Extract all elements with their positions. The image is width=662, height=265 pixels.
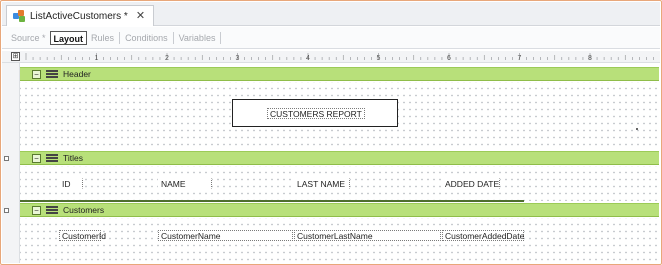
ruler-number: 7 <box>518 55 522 62</box>
document-tab-bar: ListActiveCustomers * ✕ <box>2 2 660 26</box>
document-tab[interactable]: ListActiveCustomers * ✕ <box>6 5 155 26</box>
field-customer-name[interactable]: CustomerName <box>158 230 293 241</box>
ruler-toggle-button[interactable]: ⊞ <box>11 52 20 61</box>
field-customer-last-name[interactable]: CustomerLastName <box>294 230 441 241</box>
ruler-number: 4 <box>306 55 310 62</box>
document-tab-title: ListActiveCustomers * <box>30 10 128 22</box>
band-header-label: Header <box>63 69 91 79</box>
band-marker <box>4 208 9 213</box>
field-customer-added-date[interactable]: CustomerAddedDate <box>442 230 524 241</box>
ruler-number: 5 <box>377 55 381 62</box>
vertical-ruler <box>2 63 20 263</box>
band-customers-label: Customers <box>63 205 105 215</box>
tab-separator <box>220 31 222 44</box>
horizontal-ruler: 123456789 <box>25 53 654 62</box>
ruler-number: 6 <box>447 55 451 62</box>
tab-conditions[interactable]: Conditions <box>121 31 172 45</box>
tab-separator <box>119 31 121 44</box>
ruler-row: ⊞ 123456789 <box>2 51 660 63</box>
tab-rules[interactable]: Rules <box>87 31 118 45</box>
ruler-number: 2 <box>165 55 169 62</box>
report-editor-window: ListActiveCustomers * ✕ Source * Layout … <box>0 0 662 265</box>
tab-variables[interactable]: Variables <box>175 31 220 45</box>
titles-separator-line[interactable] <box>20 200 524 202</box>
collapse-customers-button[interactable]: − <box>32 205 41 215</box>
editor-subtabs: Source * Layout Rules Conditions Variabl… <box>2 27 660 49</box>
label-added-date[interactable]: ADDED DATE <box>442 178 500 189</box>
collapse-header-button[interactable]: − <box>32 69 41 79</box>
field-customer-id[interactable]: CustomerId <box>59 230 106 241</box>
tab-separator <box>172 31 174 44</box>
band-customers[interactable]: − Customers <box>4 203 659 217</box>
printblock-icon <box>46 70 58 78</box>
object-icon <box>13 10 26 22</box>
report-title-text[interactable]: CUSTOMERS REPORT <box>267 108 365 119</box>
label-last-name[interactable]: LAST NAME <box>294 178 350 189</box>
printblock-icon <box>46 206 58 214</box>
tab-layout[interactable]: Layout <box>49 30 88 45</box>
band-header[interactable]: − Header <box>20 67 659 81</box>
band-marker <box>4 156 9 161</box>
printblock-icon <box>46 154 58 162</box>
tab-source[interactable]: Source * <box>7 31 50 45</box>
label-id[interactable]: ID <box>59 178 83 189</box>
close-icon[interactable]: ✕ <box>136 10 145 22</box>
ruler-number: 3 <box>236 55 240 62</box>
ruler-number: 8 <box>588 55 592 62</box>
band-titles[interactable]: − Titles <box>4 151 659 165</box>
resize-handle[interactable] <box>636 128 638 130</box>
label-name[interactable]: NAME <box>158 178 212 189</box>
collapse-titles-button[interactable]: − <box>32 153 41 163</box>
ruler-number: 1 <box>95 55 99 62</box>
band-titles-label: Titles <box>63 153 83 163</box>
